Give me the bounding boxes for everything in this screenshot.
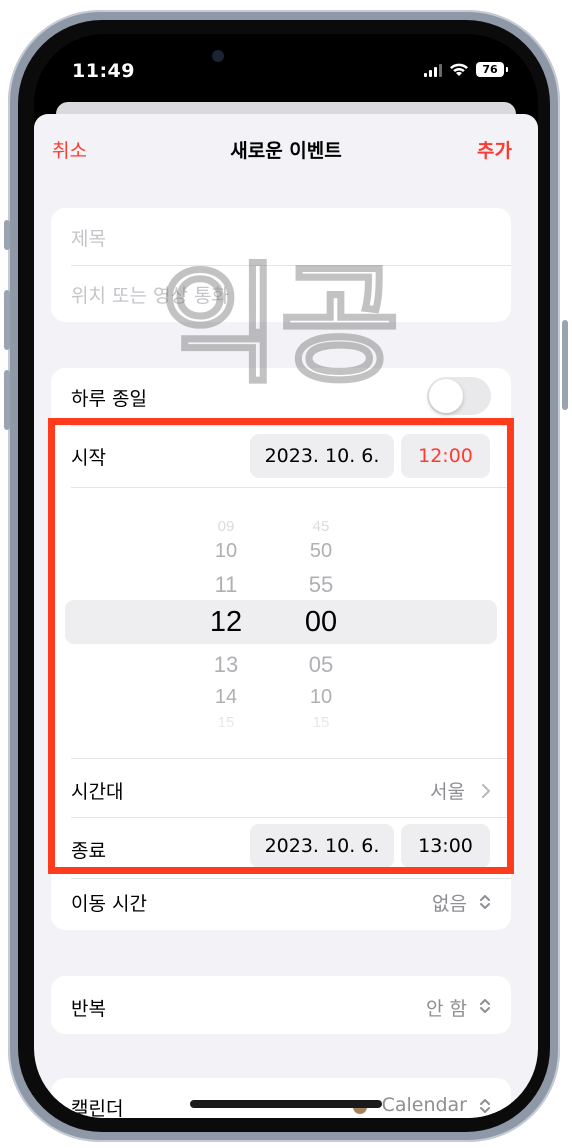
power-button bbox=[562, 320, 568, 410]
repeat-row[interactable]: 반복 안 함 bbox=[51, 976, 511, 1034]
chevron-up-down-icon bbox=[480, 1099, 490, 1113]
location-placeholder: 위치 또는 영상 통화 bbox=[71, 285, 229, 307]
highlight-box bbox=[48, 418, 514, 874]
status-time: 11:49 bbox=[72, 60, 135, 82]
chevron-up-down-icon bbox=[480, 999, 490, 1013]
calendar-label: 캘린더 bbox=[71, 1098, 124, 1118]
all-day-row: 하루 종일 bbox=[51, 368, 511, 424]
repeat-card: 반복 안 함 bbox=[51, 976, 511, 1034]
travel-time-label: 이동 시간 bbox=[71, 893, 147, 915]
wifi-icon bbox=[450, 63, 468, 76]
title-field[interactable]: 제목 bbox=[51, 208, 511, 265]
volume-down-button bbox=[4, 370, 10, 430]
location-field[interactable]: 위치 또는 영상 통화 bbox=[51, 265, 511, 322]
camera-icon bbox=[212, 50, 224, 62]
chevron-up-down-icon bbox=[480, 895, 490, 909]
title-location-card: 제목 위치 또는 영상 통화 bbox=[51, 208, 511, 322]
add-button[interactable]: 추가 bbox=[477, 136, 512, 163]
repeat-value: 안 함 bbox=[426, 998, 467, 1020]
all-day-label: 하루 종일 bbox=[71, 388, 147, 410]
calendar-row[interactable]: 캘린더 Calendar bbox=[51, 1078, 511, 1118]
all-day-toggle[interactable] bbox=[427, 377, 491, 415]
cellular-signal-icon bbox=[424, 63, 442, 77]
repeat-label: 반복 bbox=[71, 998, 106, 1020]
dynamic-island bbox=[204, 44, 372, 86]
travel-time-row[interactable]: 이동 시간 없음 bbox=[51, 879, 511, 930]
volume-up-button bbox=[4, 290, 10, 350]
page-title: 새로운 이벤트 bbox=[230, 140, 342, 162]
battery-icon: 76 bbox=[476, 62, 508, 77]
travel-time-value: 없음 bbox=[432, 893, 467, 915]
action-button bbox=[4, 220, 10, 250]
navigation-bar: 취소 새로운 이벤트 추가 bbox=[34, 114, 538, 186]
title-placeholder: 제목 bbox=[71, 228, 106, 250]
status-icons: 76 bbox=[424, 62, 508, 77]
calendar-card: 캘린더 Calendar bbox=[51, 1078, 511, 1118]
calendar-value: Calendar bbox=[381, 1094, 467, 1116]
home-indicator bbox=[190, 1100, 382, 1108]
